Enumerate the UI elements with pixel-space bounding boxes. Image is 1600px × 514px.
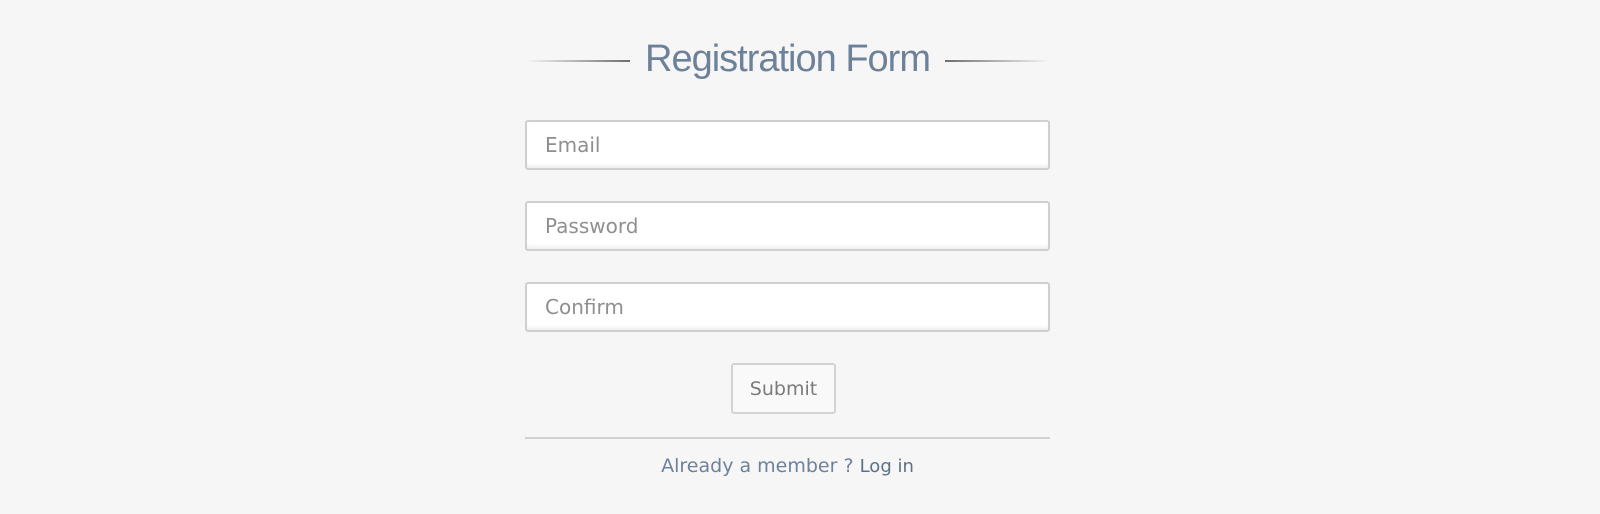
confirm-password-field[interactable] (525, 282, 1050, 332)
email-field[interactable] (525, 120, 1050, 170)
form-header: Registration Form (525, 36, 1050, 86)
submit-button[interactable]: Submit (731, 363, 836, 414)
login-prompt-text: Already a member ? (661, 455, 860, 477)
title-divider-right (945, 60, 1050, 62)
login-link[interactable]: Log in (860, 456, 914, 477)
password-field[interactable] (525, 201, 1050, 251)
login-prompt: Already a member ? Log in (525, 455, 1050, 477)
footer-divider (525, 437, 1050, 439)
